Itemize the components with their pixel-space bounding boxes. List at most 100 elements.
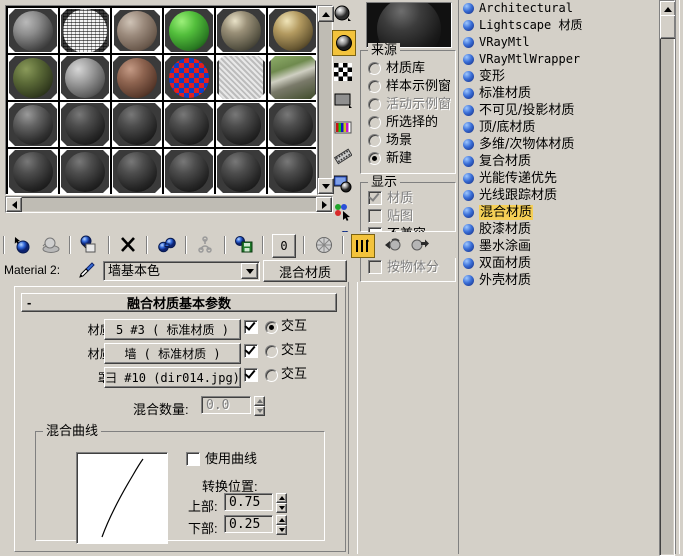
sample-slot-toolbar[interactable] xyxy=(332,2,356,249)
material2-interactive-radio[interactable] xyxy=(265,345,278,358)
material-list-item[interactable]: 外壳材质 xyxy=(461,272,668,289)
go-forward-to-sibling-icon[interactable] xyxy=(408,234,430,256)
sample-slot[interactable] xyxy=(8,8,58,53)
spinner-up[interactable] xyxy=(276,493,287,503)
material-type-button[interactable]: 混合材质 xyxy=(263,260,347,282)
sample-slot[interactable] xyxy=(164,55,214,100)
sample-slot[interactable] xyxy=(164,149,214,194)
material-list-item[interactable]: 墨水涂画 xyxy=(461,238,668,255)
sample-slot[interactable] xyxy=(60,102,110,147)
sample-slot[interactable] xyxy=(8,102,58,147)
material-name-field[interactable]: 墙基本色 xyxy=(103,261,260,281)
material-list-item[interactable]: 混合材质 xyxy=(461,204,668,221)
material2-enable-checkbox[interactable] xyxy=(244,344,258,358)
material-list-item[interactable]: VRayMtl xyxy=(461,34,668,51)
mix-curve-graph[interactable] xyxy=(76,452,168,544)
material-list-item[interactable]: 光线跟踪材质 xyxy=(461,187,668,204)
radio-icon[interactable] xyxy=(368,133,381,147)
source-option-4[interactable]: 场景 xyxy=(361,131,455,149)
lower-spinner[interactable] xyxy=(276,515,287,535)
sample-slot[interactable] xyxy=(268,8,316,53)
material-list-item[interactable]: 不可见/投影材质 xyxy=(461,102,668,119)
mix-amount-field[interactable]: 0.0 xyxy=(201,396,251,414)
sample-slot[interactable] xyxy=(268,55,316,100)
spinner-up[interactable] xyxy=(254,396,265,406)
sample-slot[interactable] xyxy=(112,8,162,53)
material-list-item[interactable]: 复合材质 xyxy=(461,153,668,170)
material-list-item[interactable]: 多维/次物体材质 xyxy=(461,136,668,153)
sample-slot[interactable] xyxy=(60,8,110,53)
sample-slots-vertical-scrollbar[interactable] xyxy=(317,5,334,195)
material-list-item[interactable]: 标准材质 xyxy=(461,85,668,102)
radio-icon[interactable] xyxy=(368,61,381,75)
put-material-to-scene-icon[interactable] xyxy=(40,234,62,256)
options-icon[interactable] xyxy=(332,172,354,196)
material-list-item[interactable]: 顶/底材质 xyxy=(461,119,668,136)
sample-slot[interactable] xyxy=(60,55,110,100)
sample-slot[interactable] xyxy=(216,102,266,147)
sample-slot[interactable] xyxy=(216,55,266,100)
eyedropper-icon[interactable] xyxy=(78,261,96,279)
spinner-down[interactable] xyxy=(276,525,287,535)
browser-scrollbar[interactable] xyxy=(659,0,676,556)
material-list-item[interactable]: 胶漆材质 xyxy=(461,221,668,238)
sample-slot[interactable] xyxy=(60,149,110,194)
make-unique-icon[interactable] xyxy=(194,234,216,256)
scroll-left-button[interactable] xyxy=(6,197,22,212)
mask-enable-checkbox[interactable] xyxy=(244,368,258,382)
show-map-in-viewport-icon[interactable] xyxy=(313,234,335,256)
sample-slot[interactable] xyxy=(112,149,162,194)
material-list-item[interactable]: VRayMtlWrapper xyxy=(461,51,668,68)
make-material-copy-icon[interactable] xyxy=(156,234,178,256)
sample-slot[interactable] xyxy=(216,8,266,53)
source-option-1[interactable]: 样本示例窗 xyxy=(361,77,455,95)
make-preview-icon[interactable] xyxy=(332,144,354,168)
sample-slot-grid[interactable] xyxy=(7,7,316,194)
scroll-right-button[interactable] xyxy=(316,197,332,212)
material-effects-channel-icon[interactable]: 0 xyxy=(271,234,296,258)
rollout-header[interactable]: - 融合材质基本参数 xyxy=(21,293,337,312)
assign-material-to-selection-icon[interactable] xyxy=(78,234,100,256)
sample-uv-tiling-icon[interactable] xyxy=(332,88,354,112)
material-list-item[interactable]: Architectural xyxy=(461,0,668,17)
sample-slot[interactable] xyxy=(112,102,162,147)
upper-spinner[interactable] xyxy=(276,493,287,513)
material1-enable-checkbox[interactable] xyxy=(244,320,258,334)
spinner-down[interactable] xyxy=(276,503,287,513)
select-by-material-icon[interactable] xyxy=(332,200,354,224)
mask-slot-button[interactable]: 彐 #10 (dir014.jpg) xyxy=(104,367,241,388)
mix-amount-spinner[interactable] xyxy=(254,396,265,416)
material2-slot-button[interactable]: 墙 ( 标准材质 ) xyxy=(104,343,241,364)
source-option-0[interactable]: 材质库 xyxy=(361,59,455,77)
source-option-3[interactable]: 所选择的 xyxy=(361,113,455,131)
sample-slot[interactable] xyxy=(164,8,214,53)
mask-interactive-radio[interactable] xyxy=(265,369,278,382)
source-option-5[interactable]: 新建 xyxy=(361,149,455,167)
radio-icon[interactable] xyxy=(368,115,381,129)
rollout-toggle[interactable]: - xyxy=(27,295,31,310)
material1-interactive-radio[interactable] xyxy=(265,321,278,334)
sample-slot[interactable] xyxy=(8,55,58,100)
radio-icon[interactable] xyxy=(368,151,381,165)
background-checker-icon[interactable] xyxy=(332,60,354,84)
video-color-check-icon[interactable] xyxy=(332,116,354,140)
material-list[interactable]: Architectural Lightscape 材质 VRayMtl VRayMtl… xyxy=(461,0,668,554)
source-options[interactable]: 材质库 样本示例窗 活动示例窗 所选择的 场景 新建 xyxy=(361,59,455,167)
use-curve-checkbox[interactable] xyxy=(186,452,200,466)
upper-field[interactable]: 0.75 xyxy=(224,493,273,511)
sample-slot[interactable] xyxy=(112,55,162,100)
lower-field[interactable]: 0.25 xyxy=(224,515,273,533)
get-material-icon[interactable] xyxy=(12,234,34,256)
material-list-item[interactable]: 变形 xyxy=(461,68,668,85)
backlight-icon[interactable] xyxy=(332,30,356,56)
sample-slot[interactable] xyxy=(268,149,316,194)
spinner-down[interactable] xyxy=(254,406,265,416)
radio-icon[interactable] xyxy=(368,79,381,93)
material-editor-toolbar[interactable]: 0 xyxy=(0,232,458,258)
show-end-result-icon[interactable] xyxy=(351,234,376,258)
go-to-parent-icon[interactable] xyxy=(381,234,403,256)
panel-scroll-strip[interactable] xyxy=(348,282,358,554)
sample-slot[interactable] xyxy=(268,102,316,147)
sample-slot[interactable] xyxy=(164,102,214,147)
material1-slot-button[interactable]: 5 #3 ( 标准材质 ) xyxy=(104,319,241,340)
